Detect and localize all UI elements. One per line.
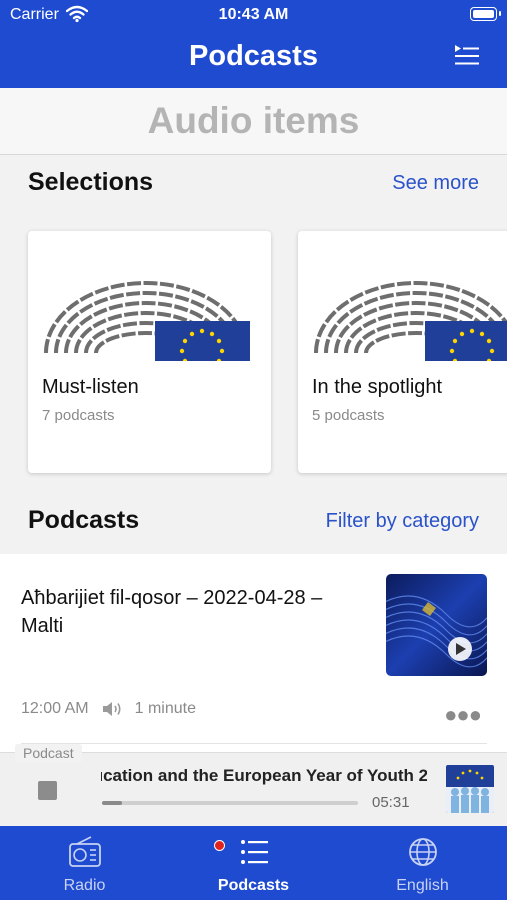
tab-radio[interactable]: Radio: [0, 826, 169, 900]
mini-player-progress[interactable]: [102, 801, 358, 805]
divider: [21, 743, 487, 744]
list-menu-icon[interactable]: [453, 44, 481, 68]
card-title: In the spotlight: [312, 376, 443, 398]
status-time: 10:43 AM: [218, 6, 289, 23]
more-options-icon[interactable]: ●●●: [444, 702, 482, 728]
podcast-duration: 1 minute: [134, 700, 196, 717]
podcasts-heading: Podcasts: [28, 506, 140, 534]
podcast-time: 12:00 AM: [21, 700, 89, 717]
parliament-eu-flag-image: [314, 281, 507, 361]
battery-icon: [470, 7, 501, 21]
mini-player[interactable]: Education and the European Year of Youth…: [0, 752, 507, 825]
selection-card-in-the-spotlight[interactable]: In the spotlight 5 podcasts: [298, 231, 507, 473]
nav-bar: Podcasts: [0, 30, 507, 88]
tab-label: English: [396, 877, 449, 894]
filter-by-category-link[interactable]: Filter by category: [326, 510, 479, 533]
tab-english[interactable]: English: [338, 826, 507, 900]
mini-player-label: Podcast: [15, 744, 82, 762]
tab-bar: Radio Podcasts English: [0, 826, 507, 900]
card-subtitle: 7 podcasts: [42, 407, 115, 424]
mini-player-progress-fill: [102, 801, 123, 805]
tab-label: Radio: [63, 877, 106, 894]
tab-podcasts[interactable]: Podcasts: [169, 826, 338, 900]
mini-player-title-marquee: Education and the European Year of Youth…: [101, 766, 427, 786]
status-bar: Carrier 10:43 AM: [0, 0, 507, 30]
mini-player-thumbnail: [446, 765, 494, 813]
speaker-icon: [102, 702, 121, 716]
audio-items-header: Audio items: [0, 88, 507, 155]
tab-label: Podcasts: [217, 877, 290, 894]
live-indicator-dot: [214, 840, 225, 851]
podcast-title: Aħbarijiet fil-qosor – 2022-04-28 – Malt…: [21, 587, 323, 637]
audio-items-title: Audio items: [147, 100, 360, 141]
globe-icon: [409, 838, 437, 866]
podcast-meta: 12:00 AM 1 minute: [21, 700, 196, 718]
radio-icon: [69, 836, 101, 867]
mini-player-title: Education and the European Year of Youth…: [101, 766, 427, 785]
see-more-link[interactable]: See more: [392, 172, 479, 195]
mini-player-time: 05:31: [372, 794, 410, 811]
podcast-list: Aħbarijiet fil-qosor – 2022-04-28 – Malt…: [0, 554, 507, 754]
stop-icon[interactable]: [38, 781, 57, 800]
list-icon: [241, 840, 268, 864]
card-subtitle: 5 podcasts: [312, 407, 385, 424]
page-title: Podcasts: [189, 40, 318, 72]
podcast-thumbnail[interactable]: [386, 574, 487, 676]
parliament-eu-flag-image: [44, 281, 250, 361]
selections-heading: Selections: [28, 168, 154, 196]
card-title: Must-listen: [42, 376, 139, 398]
selection-card-must-listen[interactable]: Must-listen 7 podcasts: [28, 231, 271, 473]
